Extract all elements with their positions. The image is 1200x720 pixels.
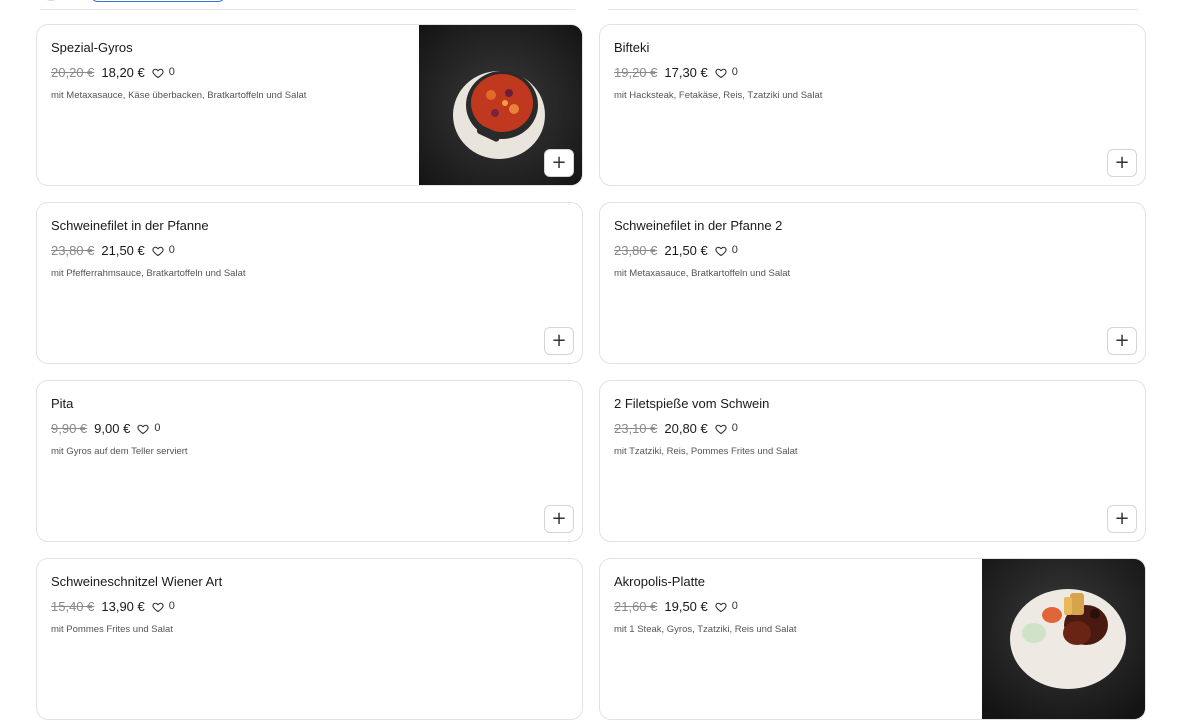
menu-item-card[interactable]: 2 Filetspieße vom Schwein 23,10 € 20,80 … — [599, 380, 1146, 542]
item-old-price: 23,80 € — [614, 243, 658, 258]
heart-icon[interactable] — [715, 601, 727, 613]
menu-item-card[interactable]: Schweinefilet in der Pfanne 2 23,80 € 21… — [599, 202, 1146, 364]
add-to-cart-button[interactable]: + — [1107, 505, 1137, 533]
add-to-cart-button[interactable]: + — [544, 327, 574, 355]
like-count: 0 — [168, 66, 175, 78]
item-description: mit Pfefferrahmsauce, Bratkartoffeln und… — [51, 268, 246, 279]
like-count: 0 — [168, 244, 175, 256]
like-count: 0 — [731, 66, 738, 78]
heart-icon[interactable] — [152, 601, 164, 613]
item-old-price: 21,60 € — [614, 599, 658, 614]
heart-icon[interactable] — [715, 245, 727, 257]
heart-icon[interactable] — [152, 245, 164, 257]
item-price: 21,50 € — [101, 243, 145, 258]
item-name: Akropolis-Platte — [614, 574, 706, 589]
menu-item-card[interactable]: Akropolis-Platte 21,60 € 19,50 € 0 mit 1… — [599, 558, 1146, 720]
item-price: 20,80 € — [664, 421, 708, 436]
like-count: 0 — [154, 422, 161, 434]
item-description: mit Gyros auf dem Teller serviert — [51, 446, 188, 457]
item-price: 9,00 € — [94, 421, 131, 436]
item-name: Schweinefilet in der Pfanne 2 — [614, 218, 783, 233]
item-price: 19,50 € — [664, 599, 708, 614]
item-description: mit Tzatziki, Reis, Pommes Frites und Sa… — [614, 446, 798, 457]
divider — [608, 9, 1138, 10]
item-price: 17,30 € — [664, 65, 708, 80]
like-count: 0 — [168, 600, 175, 612]
item-name: Schweinefilet in der Pfanne — [51, 218, 209, 233]
menu-item-card[interactable]: Spezial-Gyros 20,20 € 18,20 € 0 mit Meta… — [36, 24, 583, 186]
scroll-back-button[interactable] — [42, 0, 60, 1]
top-filter-strip — [0, 0, 1200, 12]
item-name: Schweineschnitzel Wiener Art — [51, 574, 223, 589]
menu-item-card[interactable]: Pita 9,90 € 9,00 € 0 mit Gyros auf dem T… — [36, 380, 583, 542]
item-old-price: 23,10 € — [614, 421, 658, 436]
like-count: 0 — [731, 600, 738, 612]
add-to-cart-button[interactable]: + — [544, 505, 574, 533]
heart-icon[interactable] — [715, 67, 727, 79]
item-name: Pita — [51, 396, 74, 411]
add-to-cart-button[interactable]: + — [1107, 149, 1137, 177]
heart-icon[interactable] — [137, 423, 149, 435]
like-count: 0 — [731, 244, 738, 256]
item-description: mit Metaxasauce, Bratkartoffeln und Sala… — [614, 268, 791, 279]
menu-item-card[interactable]: Bifteki 19,20 € 17,30 € 0 mit Hacksteak,… — [599, 24, 1146, 186]
item-old-price: 19,20 € — [614, 65, 658, 80]
dish-photo — [982, 559, 1145, 719]
item-description: mit Metaxasauce, Käse überbacken, Bratka… — [51, 90, 307, 101]
menu-item-card[interactable]: Schweineschnitzel Wiener Art 15,40 € 13,… — [36, 558, 583, 720]
item-name: 2 Filetspieße vom Schwein — [614, 396, 770, 411]
like-count: 0 — [731, 422, 738, 434]
item-price: 21,50 € — [664, 243, 708, 258]
item-name: Bifteki — [614, 40, 650, 55]
item-description: mit 1 Steak, Gyros, Tzatziki, Reis und S… — [614, 624, 797, 635]
divider — [40, 9, 575, 10]
item-old-price: 23,80 € — [51, 243, 95, 258]
item-old-price: 15,40 € — [51, 599, 95, 614]
item-price: 18,20 € — [101, 65, 145, 80]
heart-icon[interactable] — [152, 67, 164, 79]
category-pill-active[interactable] — [90, 0, 226, 2]
item-name: Spezial-Gyros — [51, 40, 133, 55]
item-price: 13,90 € — [101, 599, 145, 614]
menu-item-card[interactable]: Schweinefilet in der Pfanne 23,80 € 21,5… — [36, 202, 583, 364]
item-old-price: 9,90 € — [51, 421, 88, 436]
item-description: mit Hacksteak, Fetakäse, Reis, Tzatziki … — [614, 90, 823, 101]
heart-icon[interactable] — [715, 423, 727, 435]
add-to-cart-button[interactable]: + — [1107, 327, 1137, 355]
item-old-price: 20,20 € — [51, 65, 95, 80]
item-description: mit Pommes Frites und Salat — [51, 624, 173, 635]
add-to-cart-button[interactable]: + — [544, 149, 574, 177]
